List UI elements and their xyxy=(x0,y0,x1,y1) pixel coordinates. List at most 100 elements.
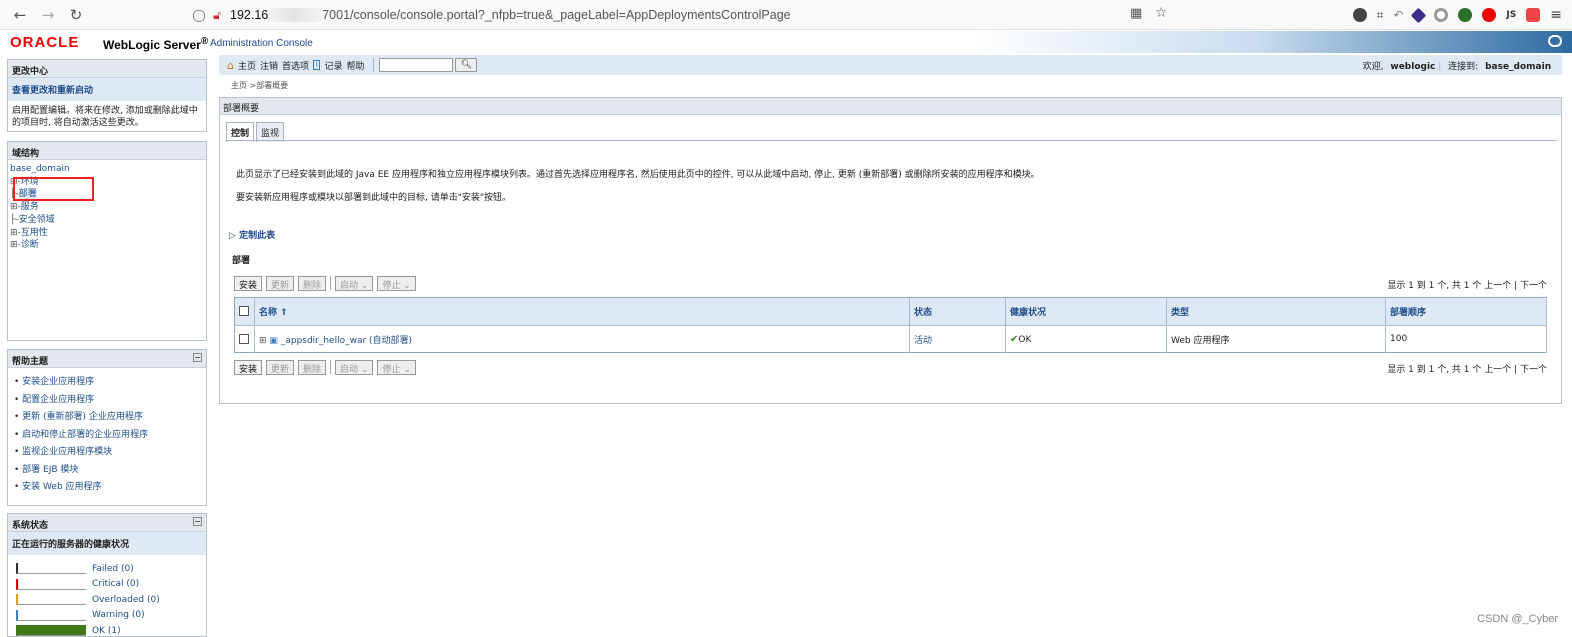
reload-icon[interactable]: ↻ xyxy=(62,6,90,24)
update-button[interactable]: 更新 xyxy=(266,359,295,375)
install-button[interactable]: 安装 xyxy=(234,359,263,375)
preferences-link[interactable]: 首选项 xyxy=(282,59,309,72)
deployments-table: 名称 ⇑ 状态 健康状况 类型 部署顺序 ⊞ ▣ _appsdir_hello_… xyxy=(234,297,1547,353)
column-health[interactable]: 健康状况 xyxy=(1005,297,1167,326)
logout-link[interactable]: 注销 xyxy=(260,59,278,72)
column-order[interactable]: 部署顺序 xyxy=(1385,297,1547,326)
search-icon[interactable]: 🔍︎ xyxy=(455,58,478,72)
column-name[interactable]: 名称 ⇑ xyxy=(254,297,910,326)
tree-label[interactable]: 诊断 xyxy=(21,240,39,250)
content-title: 部署概要 xyxy=(220,98,1561,115)
extension-circle-icon[interactable] xyxy=(1434,8,1449,22)
row-checkbox[interactable] xyxy=(239,333,249,344)
tree-node-security-realms[interactable]: ├-安全领域 xyxy=(10,214,204,227)
collapse-icon[interactable]: − xyxy=(193,517,202,526)
expand-triangle-icon[interactable]: ▷ xyxy=(229,231,236,241)
delete-button[interactable]: 删除 xyxy=(298,275,327,291)
app-name-link[interactable]: _appsdir_hello_war (自动部署) xyxy=(281,336,412,346)
help-link[interactable]: 帮助 xyxy=(346,59,364,72)
home-icon[interactable]: ⌂ xyxy=(227,59,234,72)
help-link[interactable]: 监视企业应用程序模块 xyxy=(14,444,200,462)
start-dropdown[interactable]: 启动 ⌄ xyxy=(335,275,374,291)
health-cell: ✔OK xyxy=(1005,325,1167,353)
record-icon[interactable]: ⌇ xyxy=(313,60,321,70)
shield-icon: ◯ xyxy=(192,8,206,22)
pager-bottom[interactable]: 显示 1 到 1 个, 共 1 个 上一个 | 下一个 xyxy=(1387,362,1547,375)
forward-arrow-icon[interactable]: → xyxy=(34,6,62,24)
back-arrow-icon[interactable]: ← xyxy=(6,6,34,24)
tree-expander-icon[interactable]: ⊞- xyxy=(10,228,21,238)
help-link[interactable]: 启动和停止部署的企业应用程序 xyxy=(14,427,200,445)
expand-row-icon[interactable]: ⊞ xyxy=(259,336,267,346)
connected-domain: base_domain xyxy=(1485,62,1552,72)
help-link[interactable]: 更新 (重新部署) 企业应用程序 xyxy=(14,409,200,427)
tree-connector: ├- xyxy=(10,214,19,225)
home-link[interactable]: 主页 xyxy=(238,59,256,72)
toolbar-divider xyxy=(373,58,375,72)
tree-label[interactable]: 互用性 xyxy=(21,228,48,238)
column-type[interactable]: 类型 xyxy=(1166,297,1386,326)
system-status-title: 系统状态 − xyxy=(8,514,206,532)
stop-dropdown[interactable]: 停止 ⌄ xyxy=(377,275,416,291)
start-dropdown[interactable]: 启动 ⌄ xyxy=(335,359,374,375)
breadcrumb[interactable]: 主页 >部署概要 xyxy=(231,80,288,91)
menu-icon[interactable]: ≡ xyxy=(1550,7,1562,23)
help-link[interactable]: 配置企业应用程序 xyxy=(14,392,200,410)
watermark: CSDN @_Cyber xyxy=(1477,613,1558,625)
tree-node-services[interactable]: ⊞-服务 xyxy=(10,201,204,214)
state-link[interactable]: 活动 xyxy=(914,336,932,346)
qr-icon[interactable]: ▦ xyxy=(1130,6,1142,21)
stop-dropdown[interactable]: 停止 ⌄ xyxy=(377,359,416,375)
delete-button[interactable]: 删除 xyxy=(298,359,327,375)
status-label[interactable]: Warning (0) xyxy=(92,610,145,620)
extension-k-icon[interactable] xyxy=(1352,8,1367,22)
tab-monitoring[interactable]: 监视 xyxy=(256,122,285,142)
row-select-cell xyxy=(234,325,255,353)
system-status-panel: 系统状态 − 正在运行的服务器的健康状况 Failed (0) Critical … xyxy=(7,513,207,637)
extension-diamond-icon[interactable] xyxy=(1411,7,1427,23)
undo-icon[interactable]: ↶ xyxy=(1393,8,1403,22)
install-button[interactable]: 安装 xyxy=(234,275,263,291)
crop-icon[interactable]: ⌗ xyxy=(1377,8,1384,23)
update-button[interactable]: 更新 xyxy=(266,275,295,291)
view-changes-link[interactable]: 查看更改和重新启动 xyxy=(8,78,206,101)
status-label[interactable]: Critical (0) xyxy=(92,579,139,589)
customize-table-link[interactable]: ▷ 定制此表 xyxy=(229,228,275,241)
help-link[interactable]: 部署 EJB 模块 xyxy=(14,462,200,480)
js-icon[interactable]: JS xyxy=(1506,10,1516,20)
product-name: WebLogic Server® xyxy=(103,36,208,52)
record-link[interactable]: 记录 xyxy=(324,59,342,72)
status-label[interactable]: Failed (0) xyxy=(92,564,134,574)
console-title: Administration Console xyxy=(210,38,313,49)
help-link[interactable]: 安装企业应用程序 xyxy=(14,374,200,392)
user-info: 欢迎, weblogic | 连接到: base_domain xyxy=(1362,62,1552,72)
tab-control[interactable]: 控制 xyxy=(226,122,255,142)
tree-node-diagnostics[interactable]: ⊞-诊断 xyxy=(10,239,204,252)
change-center-title: 更改中心 xyxy=(8,60,206,78)
help-link[interactable]: 安装 Web 应用程序 xyxy=(14,479,200,497)
extension-green-icon[interactable] xyxy=(1458,8,1473,22)
tree-expander-icon[interactable]: ⊞- xyxy=(10,240,21,250)
status-label[interactable]: OK (1) xyxy=(92,626,121,636)
install-instruction: 要安装新应用程序或模块以部署到此域中的目标, 请单击"安装"按钮。 xyxy=(236,193,512,203)
page-description: 此页显示了已经安装到此域的 Java EE 应用程序和独立应用程序模块列表。通过… xyxy=(236,170,1040,180)
column-state[interactable]: 状态 xyxy=(909,297,1006,326)
pager-top[interactable]: 显示 1 到 1 个, 共 1 个 上一个 | 下一个 xyxy=(1387,278,1547,291)
lock-icon: 🔓︎ xyxy=(213,7,221,22)
tree-node-interoperability[interactable]: ⊞-互用性 xyxy=(10,227,204,240)
tree-label[interactable]: 服务 xyxy=(21,202,39,212)
tree-root-base-domain[interactable]: base_domain xyxy=(10,163,204,176)
tree-expander-icon[interactable]: ⊞- xyxy=(10,202,21,212)
collapse-icon[interactable]: − xyxy=(193,353,202,362)
tree-label[interactable]: 安全领域 xyxy=(19,215,55,225)
address-bar[interactable]: ◯ 🔓︎ 192.16 7001/console/console.portal?… xyxy=(190,3,1180,27)
select-all-checkbox[interactable] xyxy=(239,306,249,317)
header-toggle-icon[interactable] xyxy=(1548,35,1562,47)
status-label[interactable]: Overloaded (0) xyxy=(92,595,160,605)
opera-icon[interactable] xyxy=(1482,8,1497,22)
star-icon[interactable]: ☆ xyxy=(1155,5,1168,21)
notification-icon[interactable] xyxy=(1526,8,1541,22)
customize-label[interactable]: 定制此表 xyxy=(239,231,275,241)
status-rows: Failed (0) Critical (0) Overloaded (0) W… xyxy=(8,555,206,637)
search-input[interactable] xyxy=(379,58,454,72)
